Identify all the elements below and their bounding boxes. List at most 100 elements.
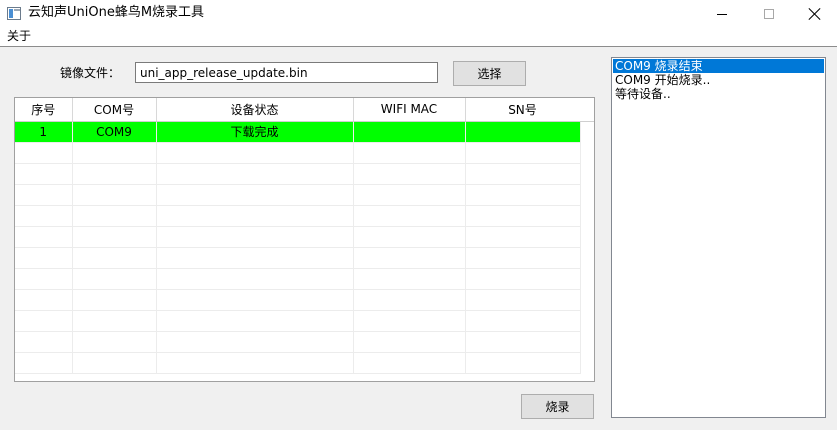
- empty-cell: [156, 331, 354, 353]
- header-index[interactable]: 序号: [15, 98, 73, 122]
- close-icon: [809, 8, 821, 20]
- empty-cell: [72, 247, 157, 269]
- empty-cell: [15, 289, 73, 311]
- empty-cell: [15, 268, 73, 290]
- maximize-button[interactable]: [746, 0, 792, 28]
- menu-bar: 关于: [0, 28, 837, 46]
- image-file-label: 镜像文件：: [60, 66, 121, 80]
- header-com[interactable]: COM号: [72, 98, 157, 122]
- empty-cell: [72, 352, 157, 374]
- empty-cell: [156, 226, 354, 248]
- empty-cell: [156, 247, 354, 269]
- table-row-empty[interactable]: [15, 142, 581, 164]
- table-row-empty[interactable]: [15, 247, 581, 269]
- empty-cell: [353, 268, 466, 290]
- empty-cell: [465, 352, 581, 374]
- empty-cell: [353, 247, 466, 269]
- empty-cell: [465, 142, 581, 164]
- header-filler: [580, 98, 594, 122]
- table-row-empty[interactable]: [15, 310, 581, 332]
- empty-cell: [15, 226, 73, 248]
- empty-cell: [72, 142, 157, 164]
- empty-cell: [15, 352, 73, 374]
- table-row-empty[interactable]: [15, 268, 581, 290]
- empty-cell: [15, 142, 73, 164]
- empty-cell: [15, 205, 73, 227]
- empty-cell: [72, 331, 157, 353]
- empty-cell: [72, 163, 157, 185]
- empty-cell: [353, 184, 466, 206]
- empty-cell: [353, 289, 466, 311]
- header-status[interactable]: 设备状态: [156, 98, 354, 122]
- empty-cell: [353, 142, 466, 164]
- empty-cell: [353, 163, 466, 185]
- empty-cell: [353, 310, 466, 332]
- empty-cell: [156, 205, 354, 227]
- empty-cell: [465, 163, 581, 185]
- log-item[interactable]: COM9 烧录结束: [613, 59, 824, 73]
- empty-cell: [15, 310, 73, 332]
- table-row-empty[interactable]: [15, 352, 581, 374]
- cell-index: 1: [15, 121, 73, 143]
- app-window-icon: [7, 7, 21, 20]
- table-row-empty[interactable]: [15, 184, 581, 206]
- empty-cell: [353, 352, 466, 374]
- title-bar[interactable]: 云知声UniOne蜂鸟M烧录工具: [0, 0, 837, 28]
- log-list[interactable]: COM9 烧录结束 COM9 开始烧录.. 等待设备..: [611, 57, 826, 418]
- empty-cell: [156, 142, 354, 164]
- log-item[interactable]: 等待设备..: [613, 87, 824, 101]
- empty-cell: [156, 352, 354, 374]
- empty-cell: [15, 184, 73, 206]
- header-wifi-mac[interactable]: WIFI MAC: [353, 98, 466, 122]
- cell-wifi-mac: [353, 121, 466, 143]
- empty-cell: [465, 310, 581, 332]
- empty-cell: [156, 268, 354, 290]
- device-table[interactable]: 序号 COM号 设备状态 WIFI MAC SN号 1 COM9 下载完成: [14, 97, 595, 382]
- empty-cell: [353, 331, 466, 353]
- empty-cell: [353, 205, 466, 227]
- cell-com: COM9: [72, 121, 157, 143]
- menu-item-about[interactable]: 关于: [6, 28, 32, 46]
- empty-cell: [72, 226, 157, 248]
- burn-button[interactable]: 烧录: [521, 394, 594, 419]
- empty-cell: [465, 268, 581, 290]
- empty-cell: [156, 184, 354, 206]
- device-grid: 序号 COM号 设备状态 WIFI MAC SN号 1 COM9 下载完成: [15, 98, 581, 374]
- image-file-input[interactable]: [135, 62, 438, 83]
- empty-cell: [156, 289, 354, 311]
- minimize-button[interactable]: [699, 0, 745, 28]
- cell-sn: [465, 121, 581, 143]
- empty-cell: [156, 310, 354, 332]
- main-panel: 镜像文件： 选择 序号 COM号 设备状态 WIFI MAC SN号 1 COM…: [0, 46, 837, 430]
- empty-cell: [465, 289, 581, 311]
- empty-cell: [465, 247, 581, 269]
- empty-cell: [72, 289, 157, 311]
- window-title: 云知声UniOne蜂鸟M烧录工具: [28, 5, 205, 20]
- table-row-empty[interactable]: [15, 163, 581, 185]
- maximize-icon: [764, 9, 774, 19]
- table-row-empty[interactable]: [15, 331, 581, 353]
- empty-cell: [353, 226, 466, 248]
- empty-cell: [72, 310, 157, 332]
- empty-cell: [15, 247, 73, 269]
- empty-cell: [72, 184, 157, 206]
- log-item[interactable]: COM9 开始烧录..: [613, 73, 824, 87]
- table-row-empty[interactable]: [15, 205, 581, 227]
- empty-cell: [15, 331, 73, 353]
- empty-cell: [465, 205, 581, 227]
- empty-cell: [465, 226, 581, 248]
- empty-cell: [156, 163, 354, 185]
- empty-cell: [15, 163, 73, 185]
- cell-status: 下载完成: [156, 121, 354, 143]
- header-sn[interactable]: SN号: [465, 98, 581, 122]
- table-row-empty[interactable]: [15, 226, 581, 248]
- minimize-icon: [717, 13, 727, 15]
- table-row-empty[interactable]: [15, 289, 581, 311]
- table-row[interactable]: 1 COM9 下载完成: [15, 121, 581, 143]
- empty-cell: [72, 268, 157, 290]
- empty-cell: [465, 184, 581, 206]
- empty-cell: [465, 331, 581, 353]
- table-header-row: 序号 COM号 设备状态 WIFI MAC SN号: [15, 98, 581, 122]
- close-button[interactable]: [792, 0, 837, 28]
- select-file-button[interactable]: 选择: [453, 61, 526, 86]
